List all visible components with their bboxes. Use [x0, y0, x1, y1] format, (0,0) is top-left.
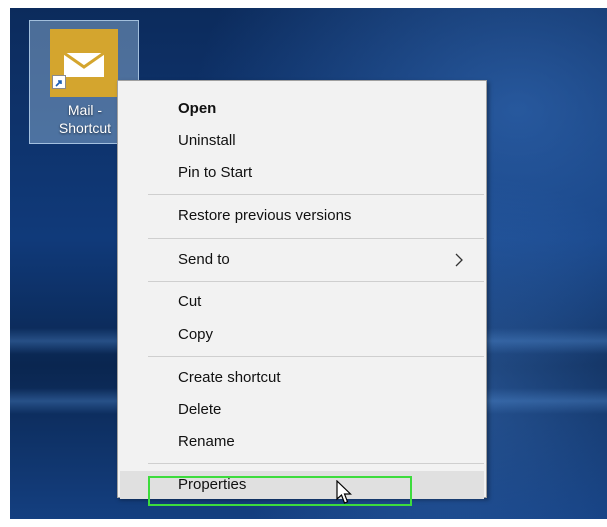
menu-item-cut[interactable]: Cut	[120, 288, 484, 316]
menu-item-label: Uninstall	[178, 132, 236, 149]
menu-item-label: Pin to Start	[178, 164, 253, 181]
menu-item-label: Open	[178, 100, 217, 117]
menu-item-rename[interactable]: Rename	[120, 428, 484, 456]
menu-item-copy[interactable]: Copy	[120, 321, 484, 349]
menu-item-label: Restore previous versions	[178, 207, 352, 224]
menu-item-open[interactable]: Open	[120, 95, 484, 123]
menu-item-label: Send to	[178, 251, 230, 268]
menu-item-delete[interactable]: Delete	[120, 396, 484, 424]
menu-item-create-shortcut[interactable]: Create shortcut	[120, 364, 484, 392]
menu-item-send-to[interactable]: Send to	[120, 246, 484, 274]
shortcut-arrow-icon	[52, 75, 66, 89]
context-menu: Open Uninstall Pin to Start Restore prev…	[117, 80, 487, 499]
chevron-right-icon	[455, 253, 463, 267]
menu-item-label: Cut	[178, 293, 202, 310]
mouse-pointer-icon	[336, 480, 352, 504]
menu-item-label: Copy	[178, 326, 214, 343]
menu-separator	[148, 194, 484, 195]
menu-separator	[148, 356, 484, 357]
menu-item-pin-to-start[interactable]: Pin to Start	[120, 159, 484, 187]
menu-separator	[148, 463, 484, 464]
menu-separator	[148, 281, 484, 282]
properties-highlight-box	[148, 476, 412, 506]
menu-item-label: Rename	[178, 433, 235, 450]
menu-separator	[148, 238, 484, 239]
menu-item-uninstall[interactable]: Uninstall	[120, 127, 484, 155]
menu-item-restore-previous-versions[interactable]: Restore previous versions	[120, 202, 484, 230]
menu-item-label: Delete	[178, 401, 222, 418]
menu-item-label: Create shortcut	[178, 369, 281, 386]
